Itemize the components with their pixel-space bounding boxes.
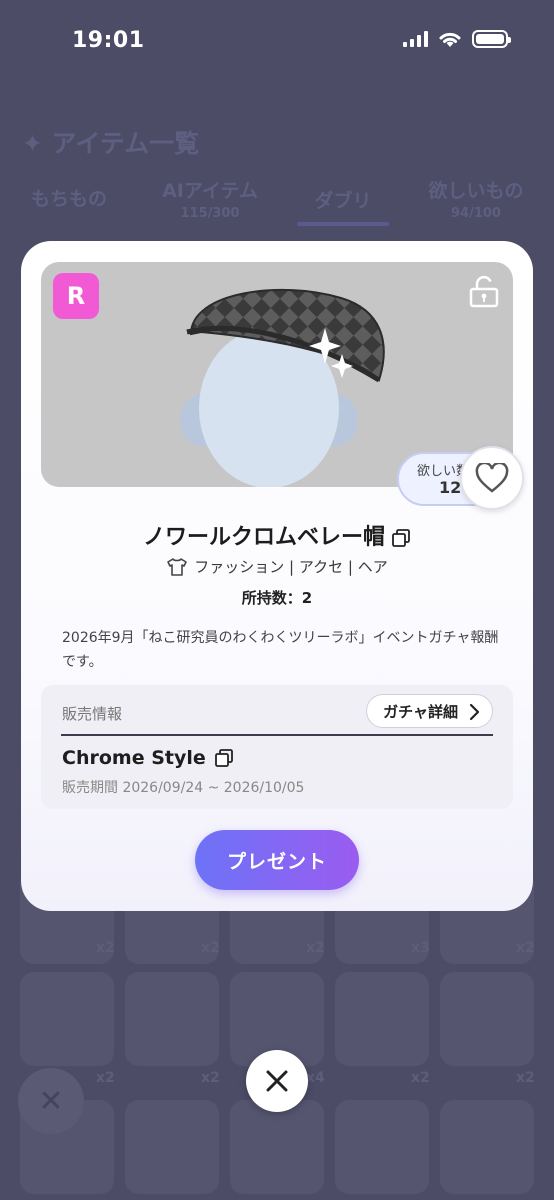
item-count: x2	[201, 1070, 220, 1086]
grid-item[interactable]	[125, 972, 219, 1066]
chevron-right-icon	[469, 703, 480, 721]
status-time: 19:01	[72, 28, 145, 53]
item-description: 2026年9月「ねこ研究員のわくわくツリーラボ」イベントガチャ報酬です。	[62, 630, 499, 670]
item-name: ノワールクロムベレー帽	[142, 525, 385, 550]
item-count: x2	[411, 1070, 430, 1086]
copy-icon[interactable]	[391, 528, 411, 548]
sale-info-label: 販売情報	[62, 705, 123, 723]
battery-icon	[472, 30, 511, 48]
shirt-icon	[167, 557, 188, 576]
owned-count: 所持数：2	[241, 589, 313, 607]
wishlist-heart-button[interactable]	[460, 446, 524, 510]
gacha-name: Chrome Style	[62, 747, 206, 769]
grid-item[interactable]	[440, 972, 534, 1066]
cellular-signal-icon	[403, 31, 428, 47]
item-detail-modal: R 欲しい数 1264	[21, 241, 533, 911]
item-count: x2	[201, 940, 220, 956]
tab-active-indicator	[297, 222, 389, 226]
tab-ai-items[interactable]: AIアイテム 115/300	[150, 176, 270, 221]
background-close-icon: ✕	[18, 1068, 84, 1134]
present-button[interactable]: プレゼント	[195, 830, 359, 890]
category-row: ファッション | アクセ | ヘア	[21, 556, 533, 577]
gacha-detail-button[interactable]: ガチャ詳細	[366, 694, 493, 728]
page-title: ✦ アイテム一覧	[22, 129, 200, 158]
grid-item[interactable]	[440, 1100, 534, 1194]
gacha-name-row: Chrome Style	[62, 747, 234, 769]
heart-icon	[475, 463, 509, 493]
item-count: x2	[306, 940, 325, 956]
item-count: x2	[516, 1070, 535, 1086]
item-name-row: ノワールクロムベレー帽	[21, 519, 533, 551]
tab-mochimono[interactable]: もちもの	[24, 184, 114, 211]
item-categories: ファッション | アクセ | ヘア	[194, 558, 388, 576]
close-modal-button[interactable]	[246, 1050, 308, 1112]
grid-item[interactable]	[230, 1100, 324, 1194]
sale-period: 販売期間 2026/09/24 ~ 2026/10/05	[62, 780, 305, 796]
grid-item[interactable]	[125, 1100, 219, 1194]
grid-item[interactable]	[335, 972, 429, 1066]
grid-item[interactable]	[20, 972, 114, 1066]
sale-info-panel: 販売情報 ガチャ詳細 Chrome Style 販売期間 2026/09/24 …	[41, 685, 513, 809]
item-count: x2	[96, 940, 115, 956]
grid-item[interactable]	[335, 1100, 429, 1194]
tab-duplicates[interactable]: ダブリ	[300, 186, 386, 213]
tab-bar: もちもの AIアイテム 115/300 ダブリ 欲しいもの 94/100	[0, 170, 554, 230]
item-count: x2	[96, 1070, 115, 1086]
item-count: x3	[411, 940, 430, 956]
item-count: x4	[306, 1070, 325, 1086]
divider	[61, 734, 493, 736]
copy-icon[interactable]	[214, 748, 234, 768]
close-icon	[266, 1070, 288, 1092]
status-bar: 19:01	[0, 0, 554, 80]
item-count: x2	[516, 940, 535, 956]
tab-wishlist[interactable]: 欲しいもの 94/100	[416, 176, 536, 221]
wifi-icon	[439, 32, 461, 47]
